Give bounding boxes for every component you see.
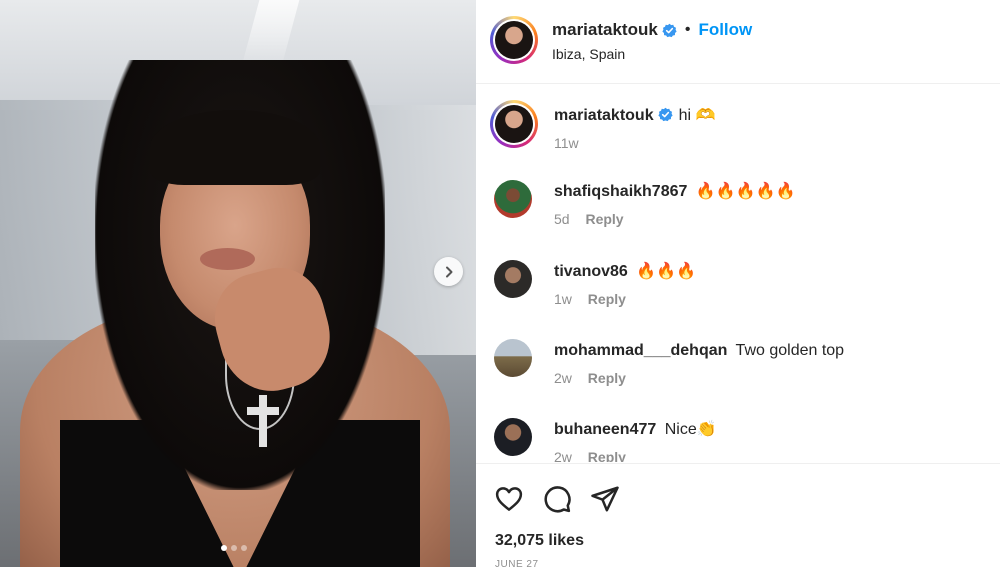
post-header: mariataktouk • Follow Ibiza, Spain	[476, 0, 1000, 84]
comment-meta: 2w Reply	[554, 370, 984, 386]
heart-icon[interactable]	[494, 484, 524, 514]
comment-body: tivanov86 🔥🔥🔥 1w Reply	[554, 262, 984, 307]
comment-text: Nice👏	[664, 421, 717, 438]
comments-list[interactable]: mariataktouk hi 🫶 11w shafiqshaikh7867 🔥…	[476, 85, 1000, 462]
post-actions: 32,075 likes JUNE 27	[476, 463, 1000, 567]
commenter-avatar[interactable]	[494, 418, 532, 456]
reply-button[interactable]: Reply	[585, 211, 623, 227]
comment-username[interactable]: mohammad___dehqan	[554, 342, 727, 359]
comment-line: shafiqshaikh7867 🔥🔥🔥🔥🔥	[554, 182, 984, 202]
carousel-dot	[241, 545, 247, 551]
avatar-image	[495, 105, 533, 143]
comment-meta: 2w Reply	[554, 449, 984, 462]
verified-badge-icon	[662, 23, 677, 37]
comment-username[interactable]: tivanov86	[554, 263, 628, 280]
likes-count[interactable]: 32,075 likes	[495, 532, 584, 550]
chevron-right-icon	[445, 266, 452, 277]
post-photo[interactable]	[0, 0, 476, 567]
photo-subject-lips	[200, 248, 255, 270]
comment-icon[interactable]	[542, 484, 572, 514]
comment-body: buhaneen477 Nice👏 2w Reply	[554, 420, 984, 462]
share-icon[interactable]	[590, 484, 620, 514]
comment-username[interactable]: buhaneen477	[554, 421, 656, 438]
comment-line: buhaneen477 Nice👏	[554, 420, 984, 440]
post-location[interactable]: Ibiza, Spain	[552, 46, 625, 62]
comment-body: mohammad___dehqan Two golden top 2w Repl…	[554, 341, 984, 386]
caption-text: hi 🫶	[678, 107, 716, 124]
avatar-border	[493, 103, 535, 145]
carousel-dot	[231, 545, 237, 551]
caption-line: mariataktouk hi 🫶	[554, 106, 984, 126]
reply-button[interactable]: Reply	[588, 370, 626, 386]
avatar-border	[493, 19, 535, 61]
author-avatar[interactable]	[490, 16, 538, 64]
comment-text: Two golden top	[735, 342, 845, 359]
comment-line: mohammad___dehqan Two golden top	[554, 341, 984, 361]
caption-username[interactable]: mariataktouk	[554, 107, 654, 124]
post-date: JUNE 27	[495, 559, 539, 567]
comment-text: 🔥🔥🔥	[636, 263, 697, 280]
follow-button[interactable]: Follow	[698, 20, 752, 40]
carousel-dot-active	[221, 545, 227, 551]
caption-body: mariataktouk hi 🫶 11w	[554, 106, 984, 151]
caption-time[interactable]: 11w	[554, 135, 579, 151]
comment-meta: 5d Reply	[554, 211, 984, 227]
verified-badge-icon	[657, 107, 673, 122]
photo-cross-pendant-bar	[247, 407, 279, 415]
post-details-panel: mariataktouk • Follow Ibiza, Spain maria…	[476, 0, 1000, 567]
header-separator: •	[684, 21, 691, 38]
comment-time[interactable]: 5d	[554, 211, 570, 227]
commenter-avatar[interactable]	[494, 180, 532, 218]
comment-meta: 1w Reply	[554, 291, 984, 307]
avatar-image	[495, 21, 533, 59]
commenter-avatar[interactable]	[494, 339, 532, 377]
reply-button[interactable]: Reply	[588, 449, 626, 462]
commenter-avatar[interactable]	[494, 260, 532, 298]
reply-button[interactable]: Reply	[588, 291, 626, 307]
comment-time[interactable]: 1w	[554, 291, 572, 307]
comment-time[interactable]: 2w	[554, 449, 572, 462]
comment-body: shafiqshaikh7867 🔥🔥🔥🔥🔥 5d Reply	[554, 182, 984, 227]
author-username[interactable]: mariataktouk	[552, 20, 658, 40]
photo-cross-pendant	[259, 395, 267, 447]
comment-time[interactable]: 2w	[554, 370, 572, 386]
photo-subject-bangs	[150, 110, 320, 185]
header-name-row: mariataktouk • Follow	[552, 20, 752, 40]
comment-text: 🔥🔥🔥🔥🔥	[695, 183, 796, 200]
comment-line: tivanov86 🔥🔥🔥	[554, 262, 984, 282]
caption-meta: 11w	[554, 135, 984, 151]
carousel-dots	[221, 545, 247, 551]
carousel-next-button[interactable]	[434, 257, 463, 286]
comment-username[interactable]: shafiqshaikh7867	[554, 183, 687, 200]
caption-avatar[interactable]	[490, 100, 538, 148]
